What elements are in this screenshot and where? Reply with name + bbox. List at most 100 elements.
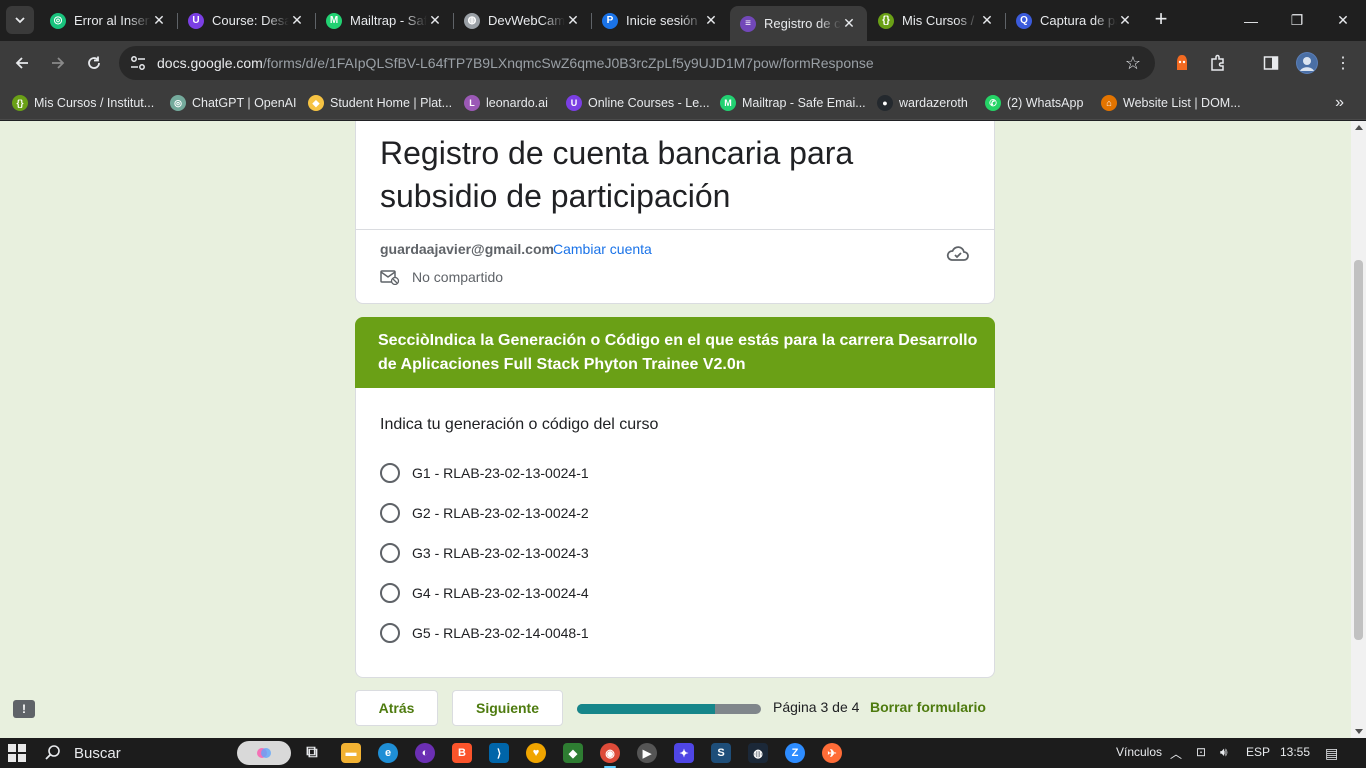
side-panel-icon[interactable]	[1260, 52, 1282, 74]
bookmark-favicon-icon: ◆	[308, 95, 324, 111]
radio-button[interactable]	[380, 543, 400, 563]
scroll-up-icon[interactable]	[1355, 125, 1363, 130]
bookmark-item[interactable]: Lleonardo.ai	[464, 92, 548, 114]
network-icon[interactable]: ⊡	[1196, 745, 1206, 759]
close-tab-icon[interactable]: ✕	[427, 12, 443, 29]
app-shield-icon[interactable]: ♥	[526, 743, 546, 763]
puzzle-icon	[1211, 54, 1224, 71]
zoom-icon[interactable]: Z	[785, 743, 805, 763]
account-email: guardaajavier@gmail.com	[380, 241, 554, 257]
close-window-button[interactable]: ✕	[1320, 0, 1366, 41]
back-form-button[interactable]: Atrás	[355, 690, 438, 726]
radio-button[interactable]	[380, 503, 400, 523]
edge-icon[interactable]: e	[378, 743, 398, 763]
profile-avatar[interactable]	[1296, 52, 1318, 74]
media-player-icon[interactable]: ▶	[637, 743, 657, 763]
postman-icon[interactable]: ✈	[822, 743, 842, 763]
site-settings-icon[interactable]	[129, 54, 147, 72]
scroll-down-icon[interactable]	[1355, 729, 1363, 734]
start-windows-icon[interactable]	[8, 744, 26, 762]
bookmark-item[interactable]: U Online Courses - Le...	[566, 92, 710, 114]
page-scrollbar[interactable]	[1351, 121, 1366, 738]
taskbar-search[interactable]: Buscar	[44, 742, 121, 764]
bookmark-item[interactable]: {} Mis Cursos / Institut...	[12, 92, 154, 114]
bookmark-favicon-icon: ◎	[170, 95, 186, 111]
sql-app-icon[interactable]: S	[711, 743, 731, 763]
maximize-button[interactable]: ❐	[1274, 0, 1320, 41]
file-explorer-icon[interactable]: ▬	[341, 743, 361, 763]
reload-button[interactable]	[80, 49, 108, 77]
app-green-icon[interactable]: ◆	[563, 743, 583, 763]
radio-option[interactable]: G1 - RLAB-23-02-13-0024-1	[380, 462, 589, 484]
not-shared-icon	[380, 270, 400, 285]
scroll-thumb[interactable]	[1354, 260, 1363, 640]
next-form-button[interactable]: Siguiente	[452, 690, 563, 726]
app-bird-icon[interactable]: ✦	[674, 743, 694, 763]
task-view-icon[interactable]: ⧉	[302, 743, 322, 763]
browser-tab[interactable]: M Mailtrap - Safe ✕	[316, 6, 453, 35]
browser-tab[interactable]: {} Mis Cursos / Inst✕	[868, 6, 1005, 35]
vscode-icon[interactable]: ⟩	[489, 743, 509, 763]
notifications-icon[interactable]: ▤	[1325, 745, 1338, 762]
chevron-down-icon	[15, 17, 25, 24]
close-tab-icon[interactable]: ✕	[565, 12, 581, 29]
language-indicator[interactable]: ESP	[1246, 745, 1270, 759]
radio-option[interactable]: G4 - RLAB-23-02-13-0024-4	[380, 582, 589, 604]
radio-button[interactable]	[380, 583, 400, 603]
tab-favicon-icon: ◎	[50, 12, 66, 29]
clock[interactable]: 13:55	[1280, 745, 1310, 759]
radio-button[interactable]	[380, 623, 400, 643]
cloud-saved-icon	[946, 246, 969, 261]
steam-icon[interactable]: ◍	[748, 743, 768, 763]
radio-option[interactable]: G2 - RLAB-23-02-13-0024-2	[380, 502, 589, 524]
switch-account-link[interactable]: Cambiar cuenta	[553, 241, 652, 257]
clear-form-button[interactable]: Borrar formulario	[870, 699, 986, 715]
close-tab-icon[interactable]: ✕	[703, 12, 719, 29]
back-button[interactable]	[8, 49, 36, 77]
bookmark-item[interactable]: ● wardazeroth	[877, 92, 968, 114]
browser-tab[interactable]: U Course: Desarrollo✕	[178, 6, 315, 35]
more-bookmarks-icon[interactable]: »	[1335, 94, 1344, 112]
taskbar: Buscar ⧉ ▬ e ◐ B ⟩ ♥ ◆ ◉ ▶ ✦ S ◍ Z ✈ Vín…	[0, 738, 1366, 768]
menu-kebab-icon[interactable]: ⋮	[1332, 52, 1354, 74]
bookmark-item[interactable]: ◎ ChatGPT | OpenAI	[170, 92, 296, 114]
browser-tab[interactable]: ◍ DevWebCamp ✕	[454, 6, 591, 35]
forward-button[interactable]	[44, 49, 72, 77]
bookmark-item[interactable]: ◆ Student Home | Plat...	[308, 92, 452, 114]
browser-tab[interactable]: P Inicie sesión ✕	[592, 6, 729, 35]
close-tab-icon[interactable]: ✕	[841, 15, 857, 32]
minimize-button[interactable]: —	[1228, 0, 1274, 41]
chrome-icon[interactable]: ◉	[600, 743, 620, 768]
bookmark-star-icon[interactable]: ☆	[1125, 53, 1141, 74]
chevron-up-icon[interactable]: ︿	[1170, 745, 1182, 762]
radio-option[interactable]: G3 - RLAB-23-02-13-0024-3	[380, 542, 589, 564]
ghost-extension-icon	[1177, 55, 1187, 70]
browser-tab[interactable]: ≡ Registro de cuenta✕	[730, 6, 867, 41]
tab-search-button[interactable]	[6, 6, 34, 34]
bookmark-item[interactable]: ⌂ Website List | DOM...	[1101, 92, 1241, 114]
new-tab-button[interactable]: +	[1150, 8, 1172, 31]
brave-icon[interactable]: B	[452, 743, 472, 763]
radio-option[interactable]: G5 - RLAB-23-02-14-0048-1	[380, 622, 589, 644]
tab-title: DevWebCamp	[488, 13, 565, 28]
close-tab-icon[interactable]: ✕	[979, 12, 995, 29]
bookmark-item[interactable]: ✆ (2) WhatsApp	[985, 92, 1083, 114]
close-tab-icon[interactable]: ✕	[289, 12, 305, 29]
bookmark-item[interactable]: M Mailtrap - Safe Emai...	[720, 92, 866, 114]
tab-favicon-icon: {}	[878, 12, 894, 29]
browser-tab[interactable]: Q Captura de pantalla✕	[1006, 6, 1143, 35]
tab-favicon-icon: ≡	[740, 15, 756, 32]
extensions-puzzle-icon[interactable]	[1207, 52, 1229, 74]
close-tab-icon[interactable]: ✕	[1117, 12, 1133, 29]
browser-tab[interactable]: ◎ Error al Insertar✕	[40, 6, 177, 35]
question-title: Indica tu generación o código del curso	[380, 416, 659, 433]
app-purple-icon[interactable]: ◐	[415, 743, 435, 763]
radio-button[interactable]	[380, 463, 400, 483]
feedback-icon[interactable]: !	[13, 700, 35, 718]
links-toolbar[interactable]: Vínculos	[1116, 745, 1162, 759]
volume-icon[interactable]: 🔊︎	[1220, 745, 1228, 760]
close-tab-icon[interactable]: ✕	[151, 12, 167, 29]
copilot-button[interactable]	[237, 741, 291, 765]
extension-icon[interactable]	[1171, 52, 1193, 74]
address-bar[interactable]: docs.google.com/forms/d/e/1FAIpQLSfBV-L6…	[119, 46, 1155, 80]
